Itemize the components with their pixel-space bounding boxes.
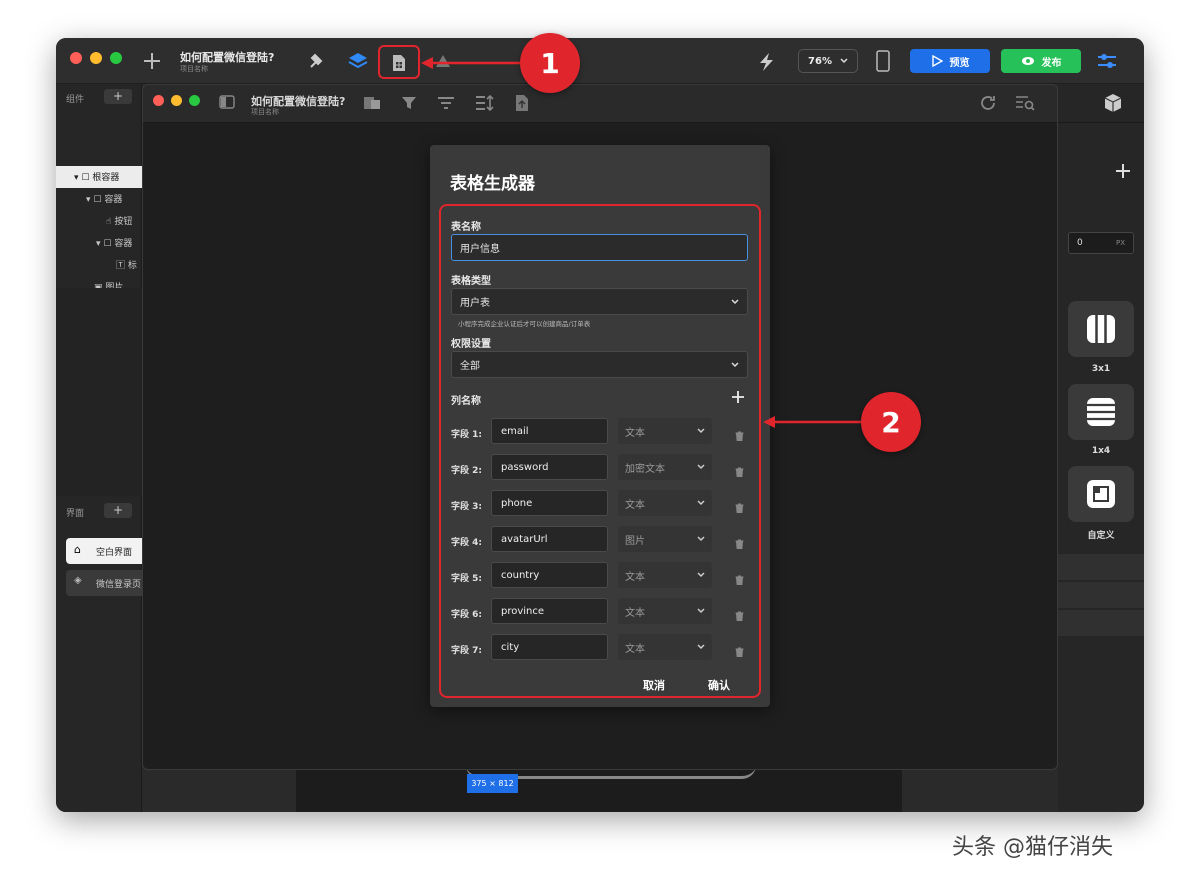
watermark: 头条 @猫仔消失 [952,835,1113,860]
callout-1: 1 [520,33,580,93]
callout-2: 2 [861,392,921,452]
annotation-arrows [421,57,861,428]
arrow-1-head [421,57,433,69]
arrow-2-head [763,416,775,428]
